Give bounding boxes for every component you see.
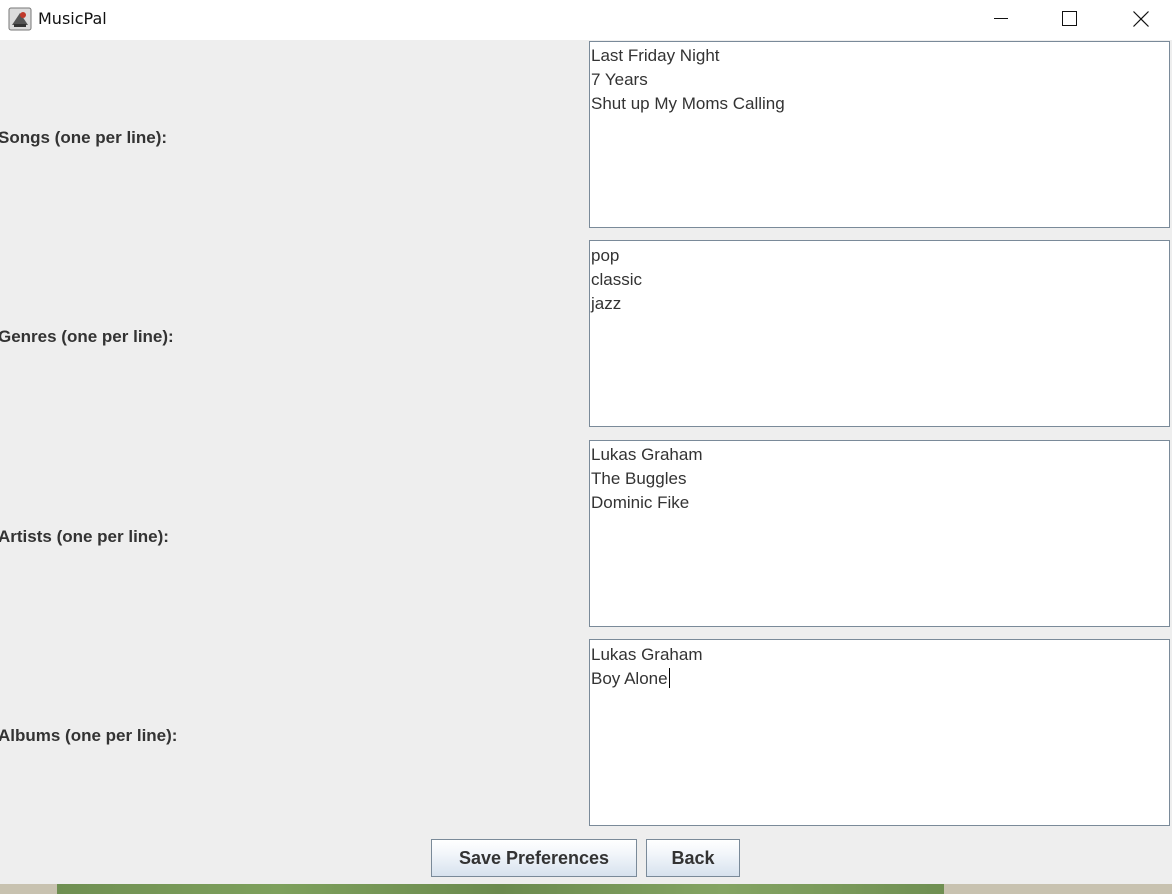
albums-line: Lukas Graham — [591, 645, 703, 664]
genres-label: Genres (one per line): — [0, 327, 174, 346]
songs-textarea[interactable]: Last Friday Night 7 Years Shut up My Mom… — [589, 41, 1170, 228]
maximize-button[interactable] — [1046, 0, 1092, 38]
save-preferences-button[interactable]: Save Preferences — [431, 839, 637, 877]
artists-line: Lukas Graham — [591, 445, 703, 464]
albums-line: Boy Alone — [591, 667, 670, 691]
music-app-icon — [8, 7, 32, 31]
albums-line-text: Boy Alone — [591, 669, 668, 688]
title-bar: MusicPal — [0, 0, 1172, 40]
songs-line: Shut up My Moms Calling — [591, 94, 785, 113]
artists-textarea[interactable]: Lukas Graham The Buggles Dominic Fike — [589, 440, 1170, 627]
maximize-icon — [1062, 11, 1077, 26]
desktop-wallpaper — [57, 884, 944, 894]
songs-label: Songs (one per line): — [0, 128, 168, 147]
songs-line: Last Friday Night — [591, 46, 720, 65]
artists-line: Dominic Fike — [591, 493, 690, 512]
desktop-background-strip — [0, 884, 1172, 894]
artists-line: The Buggles — [591, 469, 687, 488]
close-button[interactable] — [1117, 0, 1163, 38]
close-icon — [1133, 11, 1149, 27]
artists-label: Artists (one per line): — [0, 527, 169, 546]
songs-line: 7 Years — [591, 70, 648, 89]
genres-textarea[interactable]: pop classic jazz — [589, 240, 1170, 427]
albums-textarea[interactable]: Lukas Graham Boy Alone — [589, 639, 1170, 826]
back-button[interactable]: Back — [646, 839, 740, 877]
window-title: MusicPal — [38, 9, 107, 28]
genres-line: jazz — [591, 294, 622, 313]
minimize-icon — [994, 18, 1008, 19]
genres-line: pop — [591, 246, 620, 265]
minimize-button[interactable] — [978, 0, 1024, 38]
text-caret — [668, 668, 670, 688]
albums-label: Albums (one per line): — [0, 726, 178, 745]
genres-line: classic — [591, 270, 643, 289]
